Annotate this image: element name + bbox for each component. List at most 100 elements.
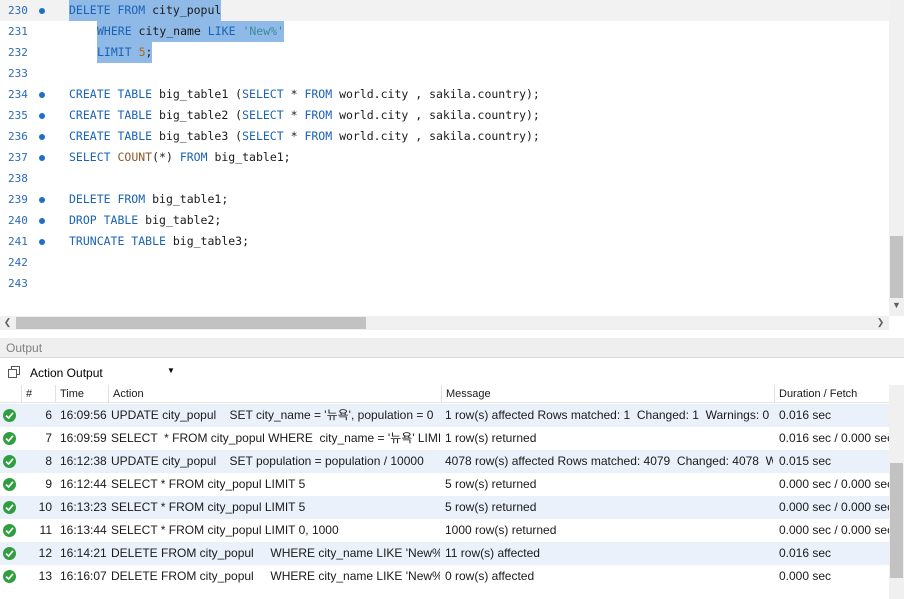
cell-action: UPDATE city_popul SET city_name = '뉴욕', … (111, 408, 440, 422)
column-header-status[interactable] (0, 385, 22, 403)
cell-time: 16:12:38 (60, 454, 107, 468)
code-line[interactable]: 241 TRUNCATE TABLE big_table3; (0, 231, 889, 252)
line-number: 233 (8, 67, 28, 80)
statement-marker-icon[interactable] (39, 197, 45, 203)
output-panel-header: Output (0, 338, 904, 358)
line-number: 230 (8, 4, 28, 17)
statement-marker-icon[interactable] (39, 134, 45, 140)
cell-time: 16:13:44 (60, 523, 107, 537)
sql-text: big_table2 ( (152, 108, 243, 122)
action-output-grid: # Time Action Message Duration / Fetch 6… (0, 385, 904, 599)
sql-text: ; (145, 45, 153, 59)
cell-number: 7 (45, 431, 52, 445)
scroll-left-arrow-icon[interactable]: ❮ (0, 317, 15, 328)
code-line[interactable]: 237 SELECT COUNT(*) FROM big_table1; (0, 147, 889, 168)
cell-duration: 0.000 sec / 0.000 sec (779, 477, 889, 491)
statement-marker-icon[interactable] (39, 218, 45, 224)
column-header-message[interactable]: Message (442, 385, 775, 403)
check-circle-icon (3, 455, 16, 468)
column-header-time[interactable]: Time (56, 385, 109, 403)
code-line[interactable]: 238 (0, 168, 889, 189)
cell-action: DELETE FROM city_popul WHERE city_name L… (111, 569, 440, 583)
code-line[interactable]: 236 CREATE TABLE big_table3 (SELECT * FRO… (0, 126, 889, 147)
cell-number: 12 (38, 546, 52, 560)
sql-keyword: FROM (304, 87, 333, 101)
code-line[interactable]: 242 (0, 252, 889, 273)
cell-message: 0 row(s) affected (445, 569, 535, 583)
sql-text: world.city , sakila.country); (332, 108, 540, 122)
cell-message: 1000 row(s) returned (445, 523, 557, 537)
line-number: 234 (8, 88, 28, 101)
editor-horizontal-scrollbar[interactable]: ❮ ❯ (0, 316, 889, 330)
table-row[interactable]: 13 16:16:07 DELETE FROM city_popul WHERE c… (0, 565, 889, 588)
statement-marker-icon[interactable] (39, 155, 45, 161)
scroll-down-arrow-icon[interactable]: ▼ (889, 300, 904, 310)
chevron-down-icon[interactable]: ▼ (167, 366, 175, 375)
cell-action: DELETE FROM city_popul WHERE city_name L… (111, 546, 440, 560)
statement-marker-icon[interactable] (39, 92, 45, 98)
cell-time: 16:12:44 (60, 477, 107, 491)
line-number: 237 (8, 151, 28, 164)
sql-keyword: FROM (304, 108, 333, 122)
code-line[interactable]: 232 LIMIT 5; (0, 42, 889, 63)
sql-keyword: SELECT (242, 129, 284, 143)
output-type-select[interactable]: Action Output ▼ (26, 363, 176, 382)
code-line[interactable]: 230 DELETE FROM city_popul (0, 0, 889, 21)
selected-code-text: DELETE FROM city_popul (69, 0, 222, 21)
editor-horizontal-scroll-thumb[interactable] (16, 317, 366, 329)
scroll-right-arrow-icon[interactable]: ❯ (873, 317, 888, 328)
cell-duration: 0.000 sec / 0.000 sec (779, 523, 889, 537)
grid-vertical-scrollbar[interactable] (889, 385, 904, 599)
sql-text: big_table1; (207, 150, 291, 164)
check-circle-icon (3, 570, 16, 583)
code-line[interactable]: 235 CREATE TABLE big_table2 (SELECT * FRO… (0, 105, 889, 126)
check-circle-icon (3, 547, 16, 560)
code-line[interactable]: 240 DROP TABLE big_table2; (0, 210, 889, 231)
check-circle-icon (3, 432, 16, 445)
grid-vertical-scroll-thumb[interactable] (890, 463, 903, 578)
selected-code-text: WHERE city_name LIKE 'New%' (97, 21, 284, 42)
table-row[interactable]: 12 16:14:21 DELETE FROM city_popul WHERE c… (0, 542, 889, 565)
sql-keyword: FROM (304, 129, 333, 143)
code-line[interactable]: 234 CREATE TABLE big_table1 (SELECT * FRO… (0, 84, 889, 105)
cell-time: 16:14:21 (60, 546, 107, 560)
sql-editor[interactable]: 230 DELETE FROM city_popul 231 WHERE city_n… (0, 0, 904, 316)
code-line[interactable]: 233 (0, 63, 889, 84)
check-circle-icon (3, 501, 16, 514)
statement-marker-icon[interactable] (39, 239, 45, 245)
line-number: 241 (8, 235, 28, 248)
table-row[interactable]: 6 16:09:56 UPDATE city_popul SET city_name… (0, 404, 889, 427)
cell-number: 11 (39, 523, 52, 537)
code-text: CREATE TABLE big_table1 (SELECT * FROM w… (69, 84, 540, 105)
sql-string: 'New%' (242, 24, 284, 38)
code-line[interactable]: 231 WHERE city_name LIKE 'New%' (0, 21, 889, 42)
column-header-action[interactable]: Action (109, 385, 442, 403)
statement-marker-icon[interactable] (39, 113, 45, 119)
sql-keyword: CREATE TABLE (69, 129, 153, 143)
cell-time: 16:09:59 (60, 431, 107, 445)
code-line[interactable]: 243 (0, 273, 889, 294)
code-line[interactable]: 239 DELETE FROM big_table1; (0, 189, 889, 210)
table-row[interactable]: 9 16:12:44 SELECT * FROM city_popul LIMIT … (0, 473, 889, 496)
sql-text: * (283, 129, 305, 143)
cell-message: 11 row(s) affected (445, 546, 540, 560)
column-header-number[interactable]: # (22, 385, 56, 403)
selected-code-text: LIMIT 5; (97, 42, 153, 63)
cell-duration: 0.000 sec (779, 569, 832, 583)
cell-action: SELECT * FROM city_popul LIMIT 5 (111, 477, 306, 491)
statement-marker-icon[interactable] (39, 8, 45, 14)
cell-action: SELECT * FROM city_popul LIMIT 0, 1000 (111, 523, 339, 537)
table-row[interactable]: 8 16:12:38 UPDATE city_popul SET populatio… (0, 450, 889, 473)
table-row[interactable]: 7 16:09:59 SELECT * FROM city_popul WHERE … (0, 427, 889, 450)
column-header-duration[interactable]: Duration / Fetch (775, 385, 889, 403)
editor-vertical-scrollbar[interactable]: ▼ (889, 0, 904, 316)
cell-duration: 0.016 sec (779, 546, 832, 560)
table-row[interactable]: 11 16:13:44 SELECT * FROM city_popul LIMIT… (0, 519, 889, 542)
sql-text: (*) (152, 150, 180, 164)
editor-vertical-scroll-thumb[interactable] (890, 236, 903, 298)
code-text: TRUNCATE TABLE big_table3; (69, 231, 249, 252)
sql-keyword: LIKE (207, 24, 236, 38)
code-text: DELETE FROM big_table1; (69, 189, 228, 210)
copy-icon[interactable] (8, 366, 20, 378)
table-row[interactable]: 10 16:13:23 SELECT * FROM city_popul LIMIT… (0, 496, 889, 519)
